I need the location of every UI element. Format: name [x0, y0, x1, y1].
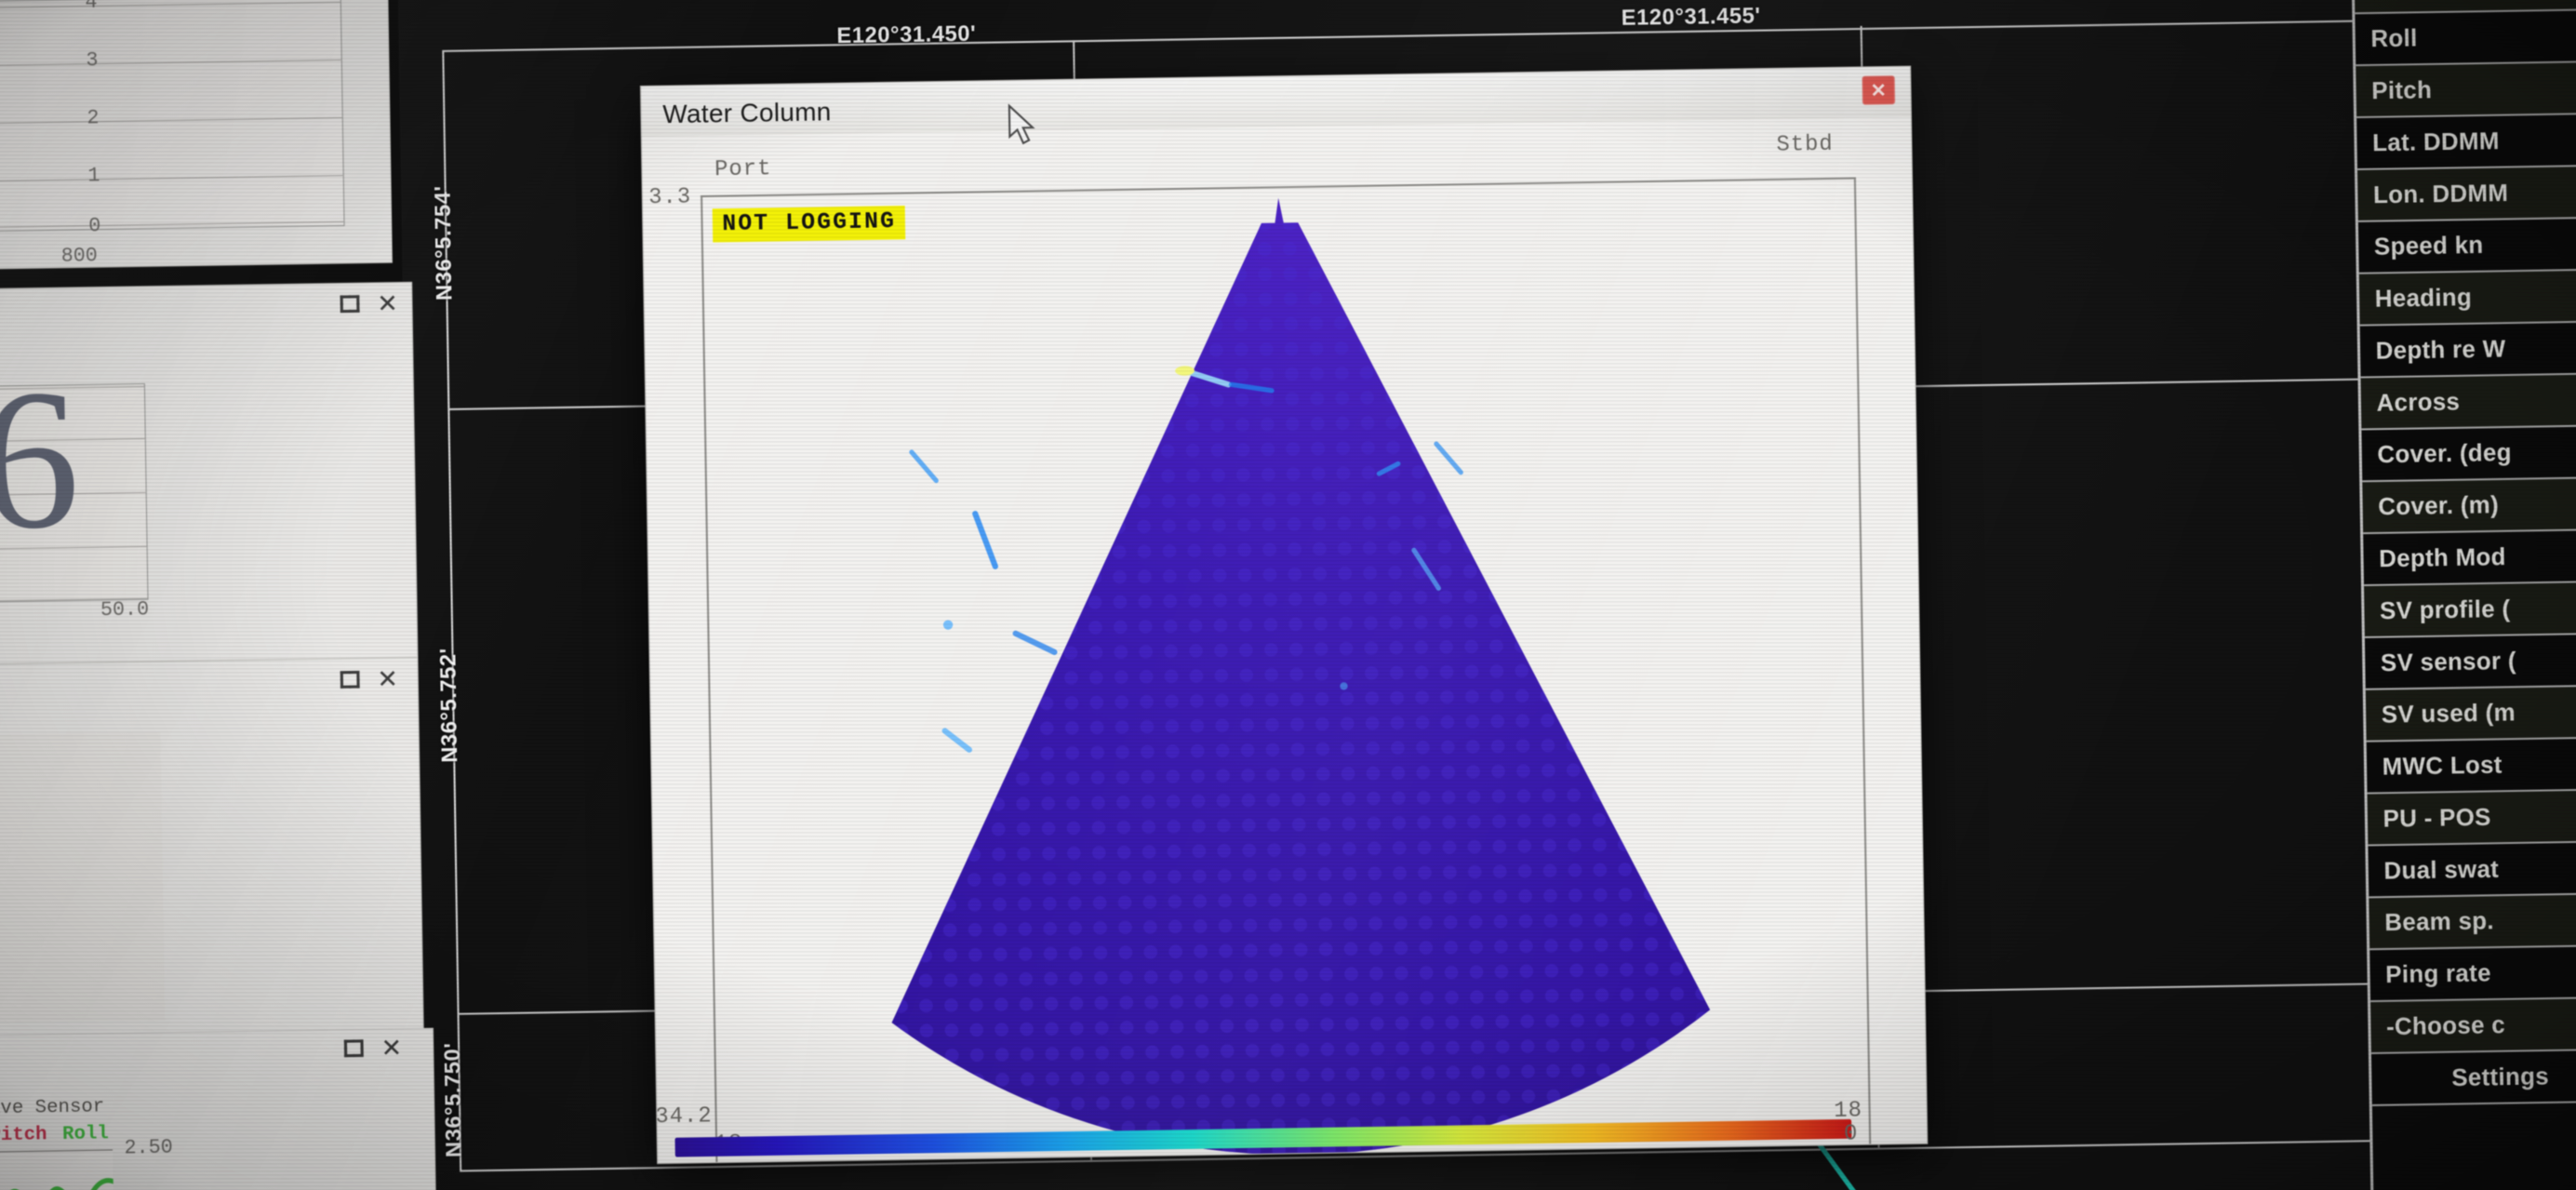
expand-icon[interactable] [340, 295, 360, 314]
top-chart-ytick-2: 2 [87, 107, 100, 130]
sidebar-item-speed-kn[interactable]: Speed kn [2357, 218, 2576, 274]
track-plot: -0.6 [0, 382, 149, 608]
sidebar-item-beam-sp[interactable]: Beam sp. [2369, 894, 2576, 951]
panel-top-chart[interactable]: 4 3 2 1 0 800 [0, 0, 393, 274]
sidebar-item-choose-c[interactable]: -Choose c [2370, 997, 2576, 1055]
roll-waveform [0, 1178, 114, 1190]
sonar-fan-wedge [891, 197, 1711, 1156]
track-xtick-50: 50.0 [100, 598, 150, 622]
ts-ytick-250: 2.50 [124, 1136, 173, 1160]
panel-track-buttons[interactable]: ✕ [340, 288, 398, 318]
sidebar-item-ping-rate[interactable]: Ping rate [2369, 945, 2576, 1003]
water-column-plot[interactable]: Port Stbd 3.3 34.2 -18 18 NOT LOGGING [641, 116, 1929, 1165]
top-chart-ytick-3: 3 [86, 49, 99, 73]
panel-time-series[interactable]: e Series ✕ Active Sensor Heave Active Se… [0, 1027, 437, 1190]
wc-stbd-label: Stbd [1776, 131, 1834, 158]
close-icon[interactable]: ✕ [380, 1033, 402, 1062]
track-big-value: -0.6 [0, 382, 82, 575]
sidebar-item-pitch[interactable]: Pitch [2356, 61, 2576, 119]
screen-photo: E120°31.450' E120°31.455' N36°5.754' N36… [0, 0, 2576, 1190]
sidebar-item-settings[interactable]: Settings [2371, 1050, 2576, 1106]
panel-track[interactable]: Track ✕ th (Z) -0.6 0 50.0 0 [0, 281, 419, 669]
sidebar-item-depth-re-w[interactable]: Depth re W [2359, 322, 2576, 379]
sidebar-item-sv-used-m[interactable]: SV used (m [2365, 686, 2576, 742]
sidebar-item-dual-swat[interactable]: Dual swat [2368, 842, 2576, 899]
expand-icon[interactable] [340, 670, 360, 689]
top-chart-ytick-4: 4 [85, 0, 98, 15]
sidebar-item-across[interactable]: Across [2360, 374, 2576, 431]
sidebar-item-pu-pos[interactable]: PU - POS [2367, 790, 2576, 847]
time-series-plot [0, 1149, 114, 1190]
wc-ytop-value: 3.3 [647, 183, 692, 210]
top-chart-plot [0, 0, 345, 236]
sidebar-item-sv-sensor[interactable]: SV sensor ( [2364, 634, 2576, 690]
sidebar-item-heading[interactable]: Heading [2358, 270, 2576, 327]
close-icon[interactable]: ✕ [377, 664, 398, 693]
top-chart-xtick: 800 [60, 245, 99, 269]
sidebar-item-roll[interactable]: Roll [2355, 10, 2576, 67]
panel-waterfall[interactable]: erfall ✕ [0, 657, 424, 1044]
wc-colorbar-max: 0 [1843, 1120, 1859, 1147]
wc-ybottom-value: 34.2 [655, 1103, 713, 1130]
mouse-cursor-icon [1008, 103, 1035, 145]
sidebar-item-mwc-lost[interactable]: MWC Lost [2366, 738, 2576, 795]
water-column-dialog[interactable]: Water Column ✕ Port Stbd 3.3 34.2 -18 18… [640, 65, 1929, 1165]
top-chart-ytick-0: 0 [88, 215, 101, 238]
waterfall-plot [0, 731, 165, 1028]
legend-pitchroll-sensor: Active Sensor [0, 1095, 105, 1120]
legend-roll-label: Roll [61, 1122, 109, 1146]
sidebar-item-lat-ddmm[interactable]: Lat. DDMM [2356, 114, 2576, 171]
panel-waterfall-buttons[interactable]: ✕ [340, 664, 398, 693]
right-sidebar[interactable]: HeaveRollPitchLat. DDMMLon. DDMMSpeed kn… [2351, 0, 2576, 1190]
sidebar-item-depth-mod[interactable]: Depth Mod [2363, 529, 2576, 587]
sidebar-item-cover-deg[interactable]: Cover. (deg [2361, 426, 2576, 483]
legend-pitch-label: Pitch [0, 1123, 47, 1147]
sidebar-item-sv-profile[interactable]: SV profile ( [2364, 582, 2576, 639]
expand-icon[interactable] [344, 1039, 365, 1058]
sidebar-item-cover-m[interactable]: Cover. (m) [2362, 478, 2576, 535]
wc-port-label: Port [714, 155, 772, 182]
close-icon[interactable]: ✕ [1862, 75, 1896, 105]
sidebar-item-lon-ddmm[interactable]: Lon. DDMM [2357, 166, 2576, 222]
panel-time-series-buttons[interactable]: ✕ [344, 1033, 402, 1063]
close-icon[interactable]: ✕ [377, 288, 398, 317]
dialog-title: Water Column [662, 97, 832, 129]
top-chart-ytick-1: 1 [87, 165, 100, 188]
